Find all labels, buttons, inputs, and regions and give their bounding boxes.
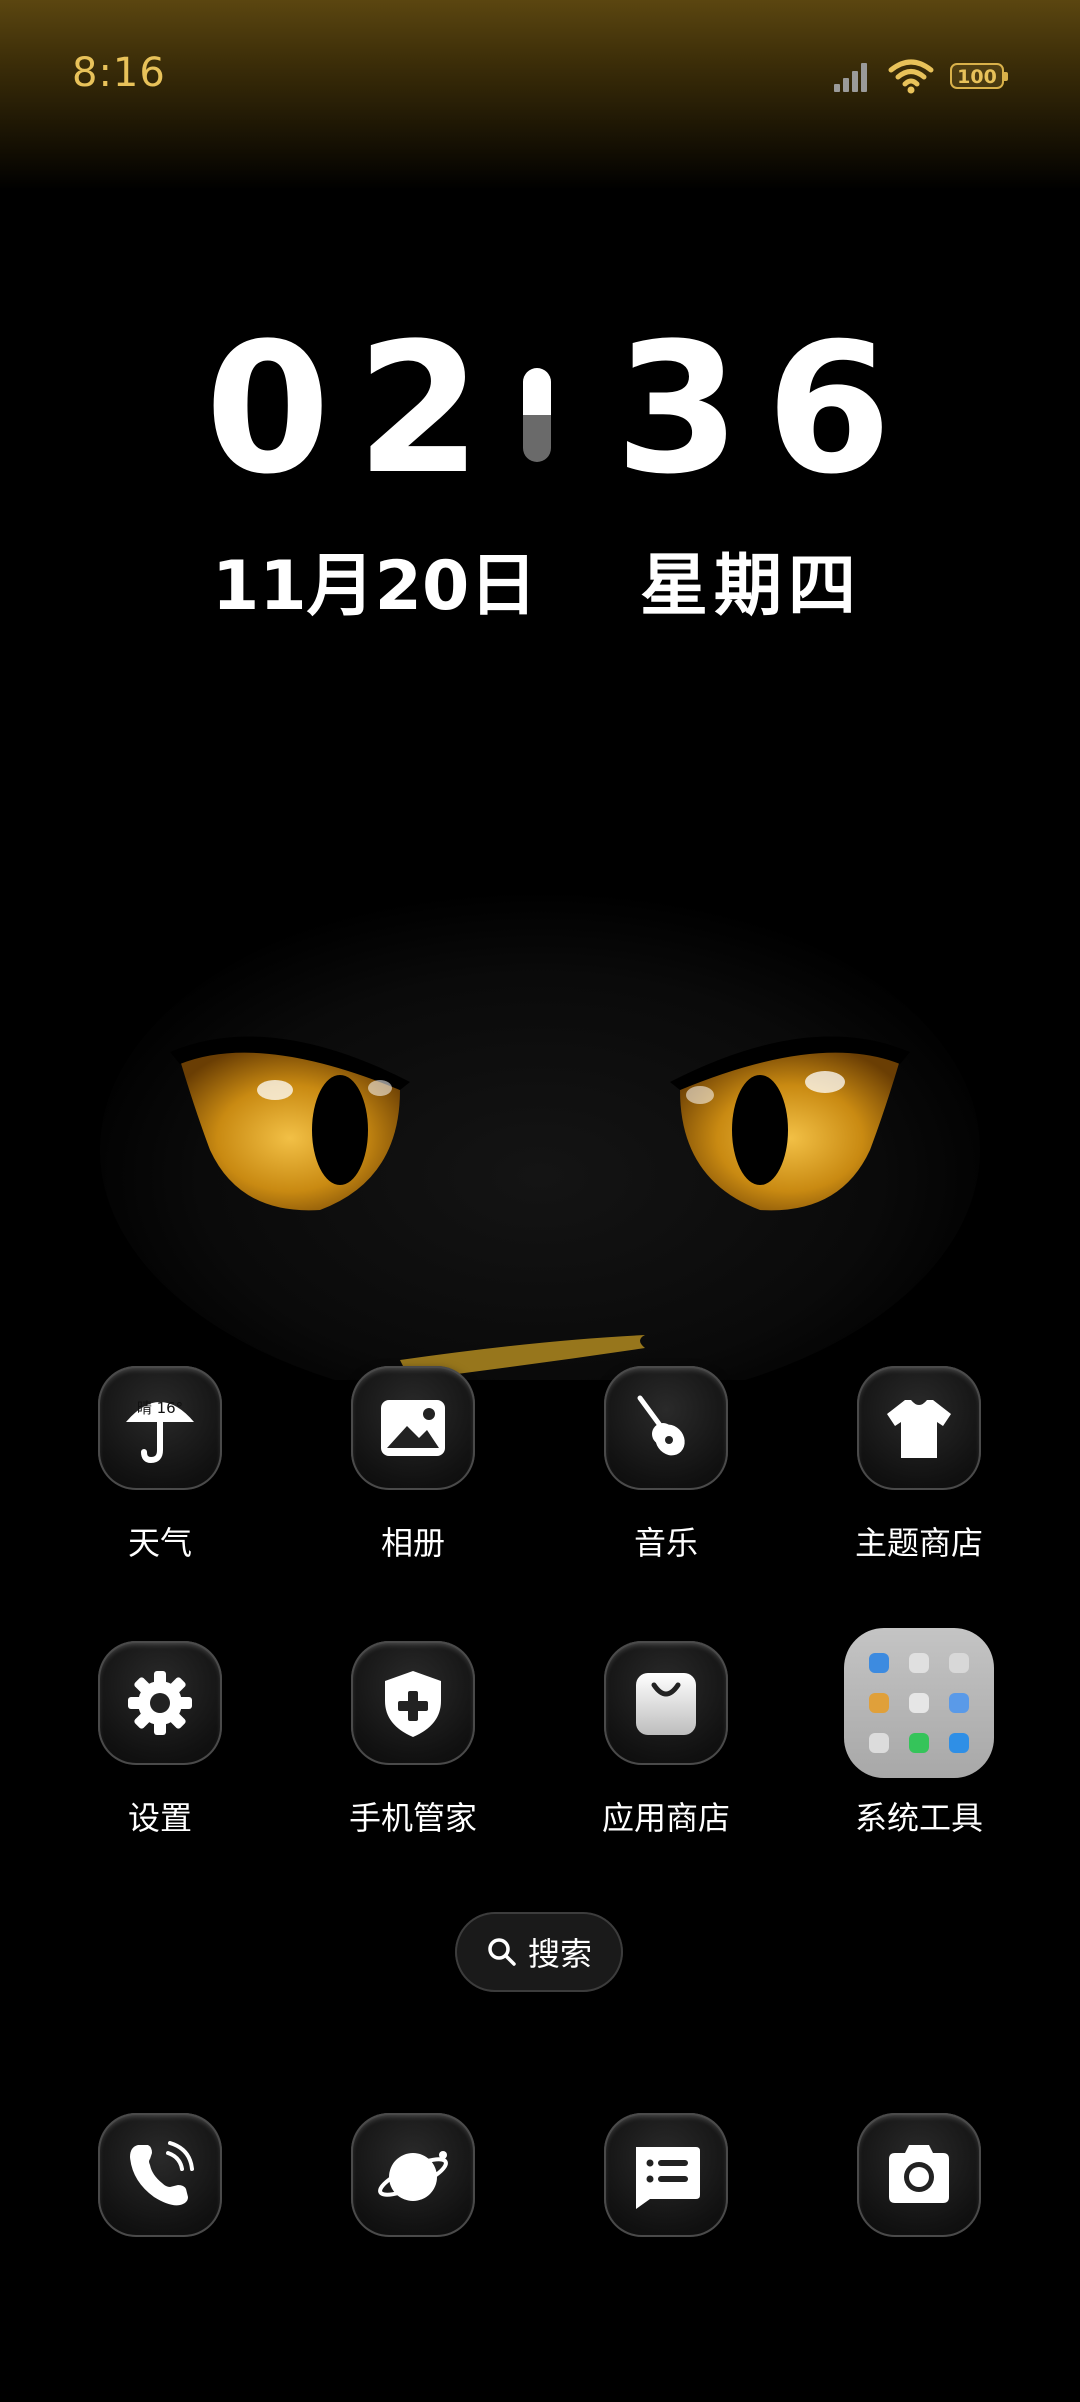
app-label: 天气 [127, 1524, 192, 1562]
weather-umbrella-icon: 晴 16° [98, 1366, 222, 1490]
folder-app-icon [869, 1653, 889, 1673]
app-app-store[interactable]: 应用商店 [566, 1641, 766, 1839]
folder-app-icon [909, 1693, 929, 1713]
clock-widget[interactable]: 02 36 [205, 305, 892, 514]
clock-date: 11月20日 [212, 547, 538, 626]
folder-app-icon [909, 1653, 929, 1673]
app-music[interactable]: 音乐 [566, 1366, 766, 1564]
phone-icon [98, 2113, 222, 2237]
shopping-bag-icon [604, 1641, 728, 1765]
dock-phone[interactable] [60, 2113, 260, 2237]
app-theme-store[interactable]: 主题商店 [819, 1366, 1019, 1564]
search-button[interactable]: 搜索 [455, 1912, 623, 1992]
folder-app-icon [869, 1693, 889, 1713]
folder-app-icon [949, 1653, 969, 1673]
app-label: 主题商店 [854, 1524, 983, 1562]
search-icon [488, 1938, 516, 1966]
battery-icon: 100 [950, 63, 1008, 89]
gallery-icon [351, 1366, 475, 1490]
dock-messages[interactable] [566, 2113, 766, 2237]
tshirt-icon [857, 1366, 981, 1490]
app-label: 系统工具 [854, 1799, 983, 1837]
app-label: 音乐 [633, 1524, 698, 1562]
app-label: 相册 [380, 1524, 445, 1562]
app-weather[interactable]: 晴 16° 天气 [60, 1366, 260, 1564]
app-label: 应用商店 [601, 1799, 730, 1837]
wallpaper-cat-eyes [100, 890, 980, 1380]
home-screen: 8:16 100 02 36 11月20日 星期四 晴 16° 天气 相册 音乐… [0, 0, 1080, 2402]
app-label: 设置 [127, 1799, 192, 1837]
folder-app-icon [909, 1733, 929, 1753]
clock-separator [523, 368, 551, 462]
cellular-signal-icon [834, 63, 867, 92]
app-system-tools-folder[interactable]: 系统工具 [819, 1628, 1019, 1839]
camera-icon [857, 2113, 981, 2237]
folder-app-icon [949, 1733, 969, 1753]
folder-icon [844, 1628, 994, 1778]
messages-icon [604, 2113, 728, 2237]
app-phone-manager[interactable]: 手机管家 [313, 1641, 513, 1839]
folder-app-icon [949, 1693, 969, 1713]
app-label: 手机管家 [348, 1799, 477, 1837]
dock-camera[interactable] [819, 2113, 1019, 2237]
guitar-icon [604, 1366, 728, 1490]
app-gallery[interactable]: 相册 [313, 1366, 513, 1564]
search-label: 搜索 [527, 1935, 592, 1973]
clock-hours: 02 [205, 305, 508, 514]
weather-badge: 晴 16° [137, 1399, 183, 1417]
clock-minutes: 36 [615, 305, 918, 514]
status-time: 8:16 [72, 50, 166, 96]
folder-app-icon [869, 1733, 889, 1753]
app-settings[interactable]: 设置 [60, 1641, 260, 1839]
clock-weekday: 星期四 [640, 547, 863, 626]
gear-icon [98, 1641, 222, 1765]
dock-browser[interactable] [313, 2113, 513, 2237]
shield-plus-icon [351, 1641, 475, 1765]
wifi-icon [888, 59, 934, 94]
status-icons: 100 [832, 56, 1008, 96]
battery-level: 100 [957, 66, 997, 88]
browser-planet-icon [351, 2113, 475, 2237]
